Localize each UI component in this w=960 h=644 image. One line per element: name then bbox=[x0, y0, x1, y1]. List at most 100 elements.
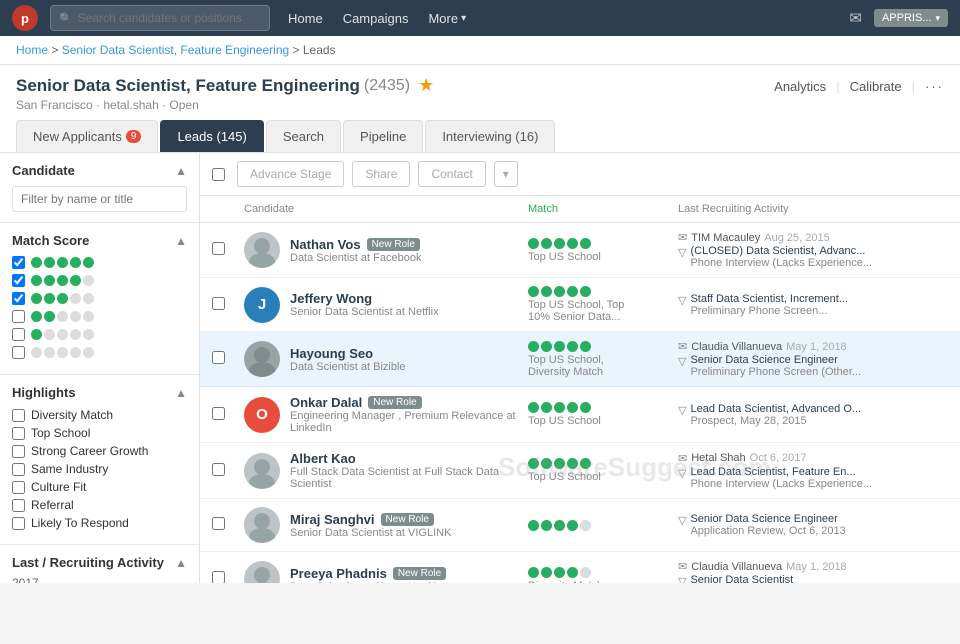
candidate-filter-input[interactable] bbox=[12, 186, 187, 212]
more-options[interactable]: ··· bbox=[925, 79, 944, 94]
user-avatar[interactable]: APPRIS... ▾ bbox=[874, 9, 948, 27]
row-check[interactable] bbox=[212, 517, 244, 533]
candidate-info: Albert Kao Full Stack Data Scientist at … bbox=[244, 451, 528, 490]
match-cell: Top US School bbox=[528, 402, 678, 427]
highlight-cb-strong-career[interactable] bbox=[12, 445, 25, 458]
highlight-same-industry: Same Industry bbox=[12, 462, 187, 476]
tab-search[interactable]: Search bbox=[266, 120, 341, 152]
match-cell: Top US School, Top 10% Senior Data... bbox=[528, 286, 678, 323]
match-dots-2 bbox=[31, 311, 94, 322]
star-icon[interactable]: ★ bbox=[418, 75, 434, 96]
table-row[interactable]: Preeya Phadnis New Role Data Scientist a… bbox=[200, 552, 960, 583]
new-role-badge: New Role bbox=[367, 238, 420, 251]
analytics-link[interactable]: Analytics bbox=[774, 79, 826, 94]
candidate-details: Miraj Sanghvi New Role Senior Data Scien… bbox=[290, 512, 451, 539]
table-header-check bbox=[212, 203, 244, 215]
highlight-label-likely-respond: Likely To Respond bbox=[31, 516, 129, 530]
tab-pipeline[interactable]: Pipeline bbox=[343, 120, 423, 152]
candidate-info: Miraj Sanghvi New Role Senior Data Scien… bbox=[244, 507, 528, 543]
content-area: Advance Stage Share Contact ▾ Candidate … bbox=[200, 153, 960, 583]
highlights-label: Highlights bbox=[12, 385, 76, 400]
recruiting-cell: ✉ Hetal Shah Oct 6, 2017 ▽ Lead Data Sci… bbox=[678, 452, 948, 490]
last-recruiting-header[interactable]: Last / Recruiting Activity ▲ bbox=[12, 555, 187, 570]
candidate-title: Data Scientist at Facebook bbox=[290, 252, 421, 264]
highlight-cb-likely-respond[interactable] bbox=[12, 517, 25, 530]
calibrate-link[interactable]: Calibrate bbox=[850, 79, 902, 94]
avatar bbox=[244, 507, 280, 543]
recruiting-cell: ✉ Claudia Villanueva May 1, 2018 ▽ Senio… bbox=[678, 560, 948, 583]
highlights-header[interactable]: Highlights ▲ bbox=[12, 385, 187, 400]
row-check[interactable] bbox=[212, 242, 244, 258]
row-check[interactable] bbox=[212, 571, 244, 583]
tab-interviewing[interactable]: Interviewing (16) bbox=[425, 120, 555, 152]
nav-links: Home Campaigns More ▾ bbox=[288, 11, 466, 26]
candidate-name: Onkar Dalal bbox=[290, 395, 362, 410]
match-score-cb-1[interactable] bbox=[12, 328, 25, 341]
nav-more[interactable]: More ▾ bbox=[428, 11, 466, 26]
candidate-info: J Jeffery Wong Senior Data Scientist at … bbox=[244, 287, 528, 323]
match-label: Top US School bbox=[528, 415, 678, 427]
match-score-cb-2[interactable] bbox=[12, 310, 25, 323]
candidate-title: Full Stack Data Scientist at Full Stack … bbox=[290, 466, 528, 490]
nav-campaigns[interactable]: Campaigns bbox=[343, 11, 409, 26]
sidebar-candidate-section: Candidate ▲ bbox=[0, 153, 199, 223]
tab-new-applicants[interactable]: New Applicants 9 bbox=[16, 120, 158, 152]
highlight-cb-diversity[interactable] bbox=[12, 409, 25, 422]
table-row[interactable]: J Jeffery Wong Senior Data Scientist at … bbox=[200, 278, 960, 332]
action-bar: Advance Stage Share Contact ▾ bbox=[200, 153, 960, 196]
row-check[interactable] bbox=[212, 351, 244, 367]
share-btn[interactable]: Share bbox=[352, 161, 410, 187]
table-header-match: Match bbox=[528, 203, 678, 215]
recruiting-cell: ✉ Claudia Villanueva May 1, 2018 ▽ Senio… bbox=[678, 340, 948, 378]
match-dots-4 bbox=[31, 275, 94, 286]
breadcrumb-job[interactable]: Senior Data Scientist, Feature Engineeri… bbox=[62, 43, 289, 57]
table-row[interactable]: O Onkar Dalal New Role Engineering Manag… bbox=[200, 387, 960, 443]
candidate-details: Onkar Dalal New Role Engineering Manager… bbox=[290, 395, 528, 434]
nav-right: ✉ APPRIS... ▾ bbox=[849, 9, 948, 27]
new-role-badge: New Role bbox=[393, 567, 446, 580]
highlight-cb-culture-fit[interactable] bbox=[12, 481, 25, 494]
contact-btn[interactable]: Contact bbox=[418, 161, 485, 187]
page-count: (2435) bbox=[364, 77, 410, 95]
avatar bbox=[244, 232, 280, 268]
select-all-checkbox[interactable] bbox=[212, 168, 225, 181]
candidates-table: Nathan Vos New Role Data Scientist at Fa… bbox=[200, 223, 960, 583]
match-score-row-1 bbox=[12, 328, 187, 341]
candidate-section-header[interactable]: Candidate ▲ bbox=[12, 163, 187, 178]
match-score-cb-5[interactable] bbox=[12, 256, 25, 269]
candidate-title: Data Scientist at Clover Health bbox=[290, 581, 446, 584]
candidate-title: Engineering Manager , Premium Relevance … bbox=[290, 410, 528, 434]
match-score-cb-3[interactable] bbox=[12, 292, 25, 305]
mail-icon[interactable]: ✉ bbox=[849, 9, 862, 27]
last-recruiting-label: Last / Recruiting Activity bbox=[12, 555, 164, 570]
action-dropdown-btn[interactable]: ▾ bbox=[494, 161, 518, 187]
tab-leads[interactable]: Leads (145) bbox=[160, 120, 263, 152]
highlight-cb-same-industry[interactable] bbox=[12, 463, 25, 476]
breadcrumb-home[interactable]: Home bbox=[16, 43, 48, 57]
table-row[interactable]: Hayoung Seo Data Scientist at Bizible To… bbox=[200, 332, 960, 387]
nav-home[interactable]: Home bbox=[288, 11, 323, 26]
nav-search-input[interactable] bbox=[78, 11, 248, 25]
advance-stage-btn[interactable]: Advance Stage bbox=[237, 161, 344, 187]
recruiting-cell: ▽ Staff Data Scientist, Increment... Pre… bbox=[678, 293, 948, 317]
row-check[interactable] bbox=[212, 463, 244, 479]
main-layout: Candidate ▲ Match Score ▲ bbox=[0, 153, 960, 583]
recruiting-cell: ▽ Lead Data Scientist, Advanced O... Pro… bbox=[678, 403, 948, 427]
candidate-name: Miraj Sanghvi bbox=[290, 512, 375, 527]
table-row[interactable]: Albert Kao Full Stack Data Scientist at … bbox=[200, 443, 960, 499]
row-check[interactable] bbox=[212, 297, 244, 313]
highlight-cb-referral[interactable] bbox=[12, 499, 25, 512]
match-score-cb-0[interactable] bbox=[12, 346, 25, 359]
match-score-cb-4[interactable] bbox=[12, 274, 25, 287]
highlight-cb-top-school[interactable] bbox=[12, 427, 25, 440]
table-row[interactable]: Miraj Sanghvi New Role Senior Data Scien… bbox=[200, 499, 960, 552]
match-score-header[interactable]: Match Score ▲ bbox=[12, 233, 187, 248]
breadcrumb-sep2: > bbox=[293, 43, 303, 57]
row-check[interactable] bbox=[212, 407, 244, 423]
highlight-culture-fit: Culture Fit bbox=[12, 480, 187, 494]
match-cell: Diversity Match bbox=[528, 567, 678, 584]
table-header: Candidate Match Last Recruiting Activity bbox=[200, 196, 960, 223]
sidebar: Candidate ▲ Match Score ▲ bbox=[0, 153, 200, 583]
candidate-details: Preeya Phadnis New Role Data Scientist a… bbox=[290, 566, 446, 584]
table-row[interactable]: Nathan Vos New Role Data Scientist at Fa… bbox=[200, 223, 960, 278]
